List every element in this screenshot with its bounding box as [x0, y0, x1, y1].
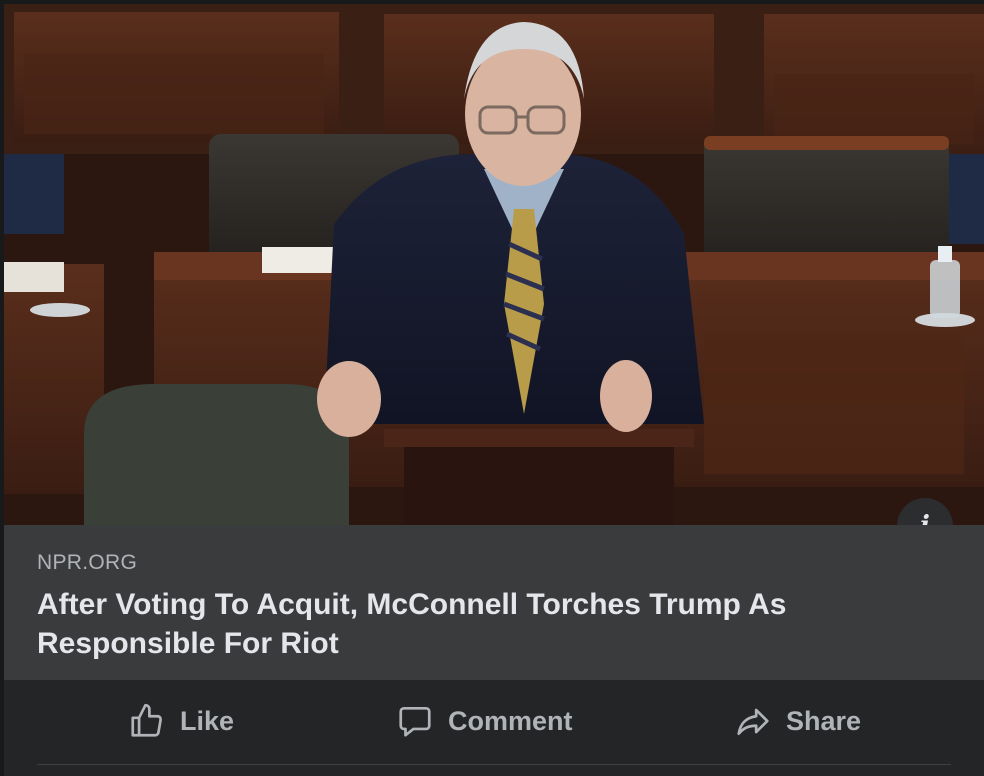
thumbs-up-icon: [131, 703, 163, 737]
share-label: Share: [786, 705, 862, 736]
comment-label: Comment: [448, 705, 573, 736]
link-domain: NPR.ORG: [37, 551, 138, 574]
speech-bubble-icon: [399, 706, 431, 737]
post-action-bar: Like Comment Share: [4, 680, 984, 776]
link-preview-meta[interactable]: NPR.ORG After Voting To Acquit, McConnel…: [4, 525, 984, 680]
link-preview-image[interactable]: [4, 4, 984, 525]
like-button[interactable]: Like: [128, 698, 234, 744]
post-card: i NPR.ORG After Voting To Acquit, McConn…: [4, 4, 984, 776]
share-arrow-icon: [737, 708, 769, 736]
comment-button[interactable]: Comment: [396, 698, 573, 744]
link-headline[interactable]: After Voting To Acquit, McConnell Torche…: [37, 585, 937, 663]
share-button[interactable]: Share: [734, 698, 861, 744]
action-bar-divider: [37, 764, 951, 765]
like-label: Like: [180, 705, 235, 736]
photo-illustration: [4, 4, 984, 525]
